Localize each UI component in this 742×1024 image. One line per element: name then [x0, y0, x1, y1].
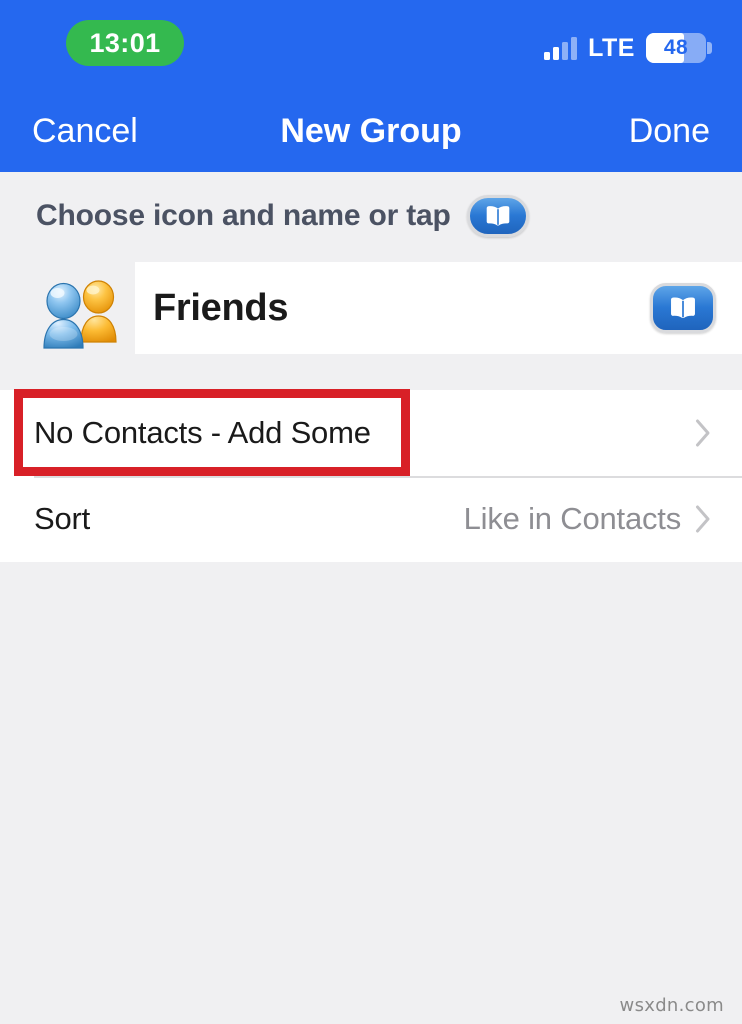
sort-value-label: Like in Contacts	[463, 501, 682, 536]
settings-list: No Contacts - Add Some Sort Like in Cont…	[0, 390, 742, 562]
group-name-input[interactable]: Friends	[135, 262, 742, 354]
group-name-section: Friends	[0, 262, 742, 354]
group-people-icon[interactable]	[36, 264, 128, 352]
status-bar-right: LTE 48	[544, 28, 712, 68]
list-item-sort[interactable]: Sort Like in Contacts	[0, 476, 742, 562]
phone-screen: 13:01 LTE 48 Cancel New Group Done Choos…	[0, 0, 742, 1024]
contacts-book-icon[interactable]	[466, 195, 529, 237]
chevron-right-icon	[695, 418, 712, 448]
watermark-label: wsxdn.com	[619, 995, 724, 1016]
list-item-label: No Contacts - Add Some	[34, 415, 371, 450]
list-item-no-contacts[interactable]: No Contacts - Add Some	[0, 390, 742, 478]
list-item-label: Sort	[34, 501, 91, 536]
nav-button-row: Cancel New Group Done	[0, 96, 742, 166]
status-time-pill: 13:01	[66, 20, 184, 66]
status-time-label: 13:01	[89, 27, 161, 58]
cellular-bars-icon	[544, 36, 578, 60]
network-type-label: LTE	[588, 33, 635, 62]
battery-nub	[707, 42, 712, 54]
section-header: Choose icon and name or tap	[0, 172, 742, 260]
list-item-accessory	[695, 418, 712, 448]
navigation-bar: 13:01 LTE 48 Cancel New Group Done	[0, 0, 742, 172]
done-button[interactable]: Done	[629, 112, 710, 151]
group-name-value: Friends	[153, 286, 289, 329]
battery-level-label: 48	[663, 36, 689, 59]
section-header-label: Choose icon and name or tap	[36, 199, 451, 232]
list-item-accessory: Like in Contacts	[464, 501, 712, 537]
chevron-right-icon	[695, 504, 712, 534]
status-bar: 13:01 LTE 48	[0, 0, 742, 90]
battery-icon: 48	[646, 33, 712, 63]
contacts-book-icon[interactable]	[650, 283, 716, 333]
